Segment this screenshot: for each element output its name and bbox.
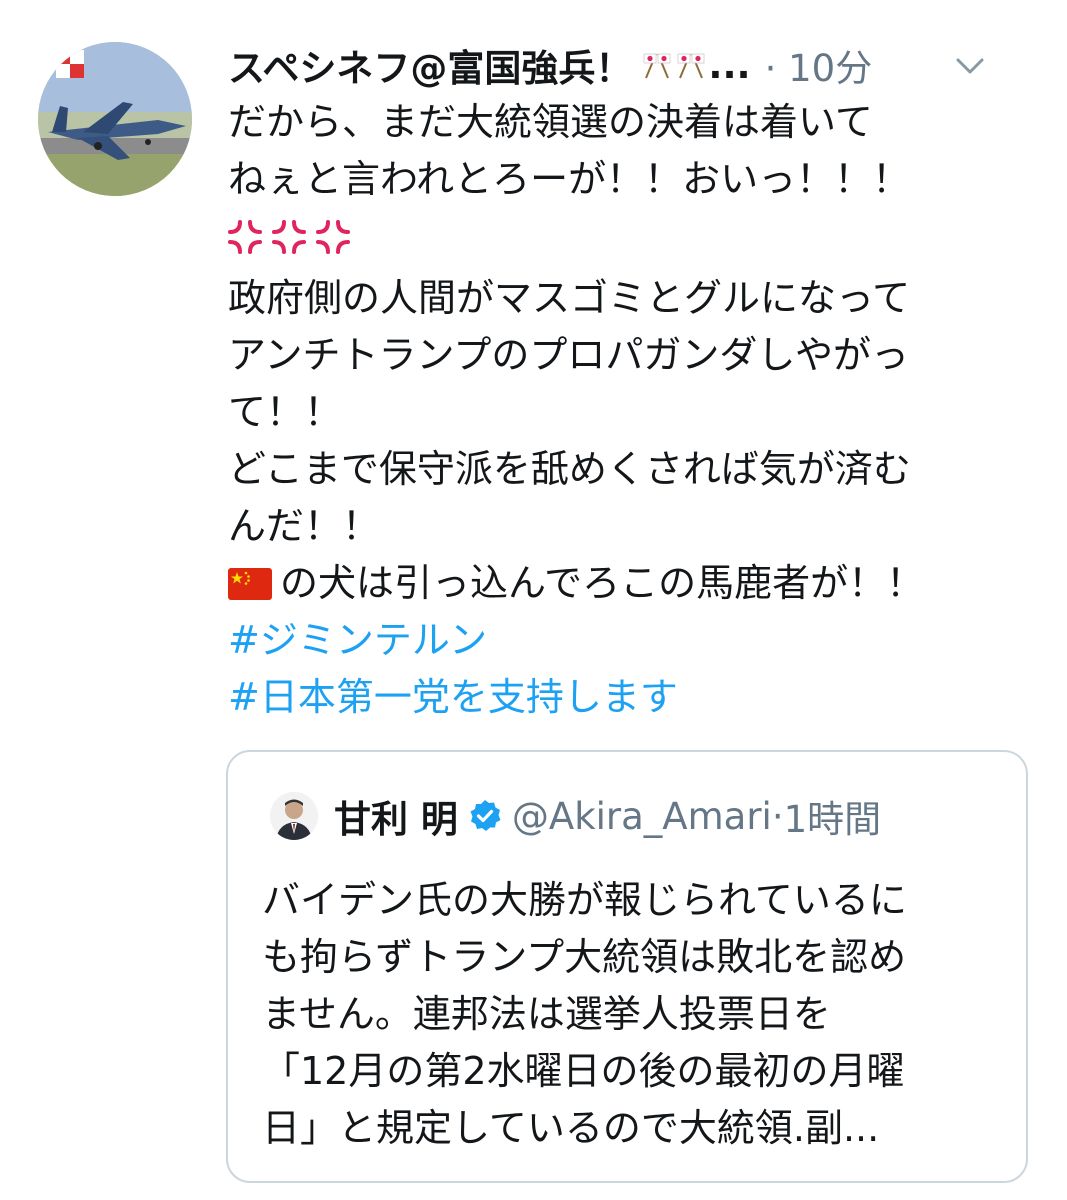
tweet-body: だから、まだ大統領選の決着は着いて ねぇと言われとろーが！！おいっ！！！ 政府側… bbox=[228, 94, 1028, 726]
crossed-flags-icon bbox=[642, 50, 706, 80]
tweet-line: んだ！！ bbox=[228, 503, 381, 548]
tweet-time[interactable]: · 10分 bbox=[765, 38, 873, 92]
tweet-line: の犬は引っ込んでろこの馬鹿者が！！ bbox=[280, 560, 925, 605]
tweet-line: だから、まだ大統領選の決着は着いて bbox=[228, 100, 873, 144]
anger-symbols bbox=[228, 208, 350, 265]
tweet-header: スペシネフ@富国強兵！ ... · 10分 bbox=[228, 38, 1028, 92]
anger-symbol-icon bbox=[228, 219, 262, 254]
chevron-down-icon[interactable] bbox=[950, 46, 990, 86]
quoted-display-name[interactable]: 甘利 明 bbox=[334, 789, 458, 843]
quoted-time-separator: · bbox=[771, 794, 784, 838]
quoted-line: 日」と規定しているので大統領.副... bbox=[262, 1106, 880, 1150]
hashtag-link[interactable]: #ジミンテルン bbox=[228, 612, 1028, 669]
verified-badge-icon bbox=[470, 800, 501, 831]
quoted-line: 「12月の第2水曜日の後の最初の月曜 bbox=[262, 1049, 905, 1093]
quoted-line: も拘らずトランプ大統領は敗北を認め bbox=[262, 935, 907, 979]
quoted-tweet-header: 甘利 明 @Akira_Amari · 1時間 bbox=[270, 788, 881, 844]
tweet-line: て！！ bbox=[228, 389, 343, 434]
tweet-line-flag: の犬は引っ込んでろこの馬鹿者が！！ bbox=[228, 555, 1028, 612]
hashtag-link[interactable]: #日本第一党を支持します bbox=[228, 669, 1028, 726]
quoted-line: ません。連邦法は選挙人投票日を bbox=[262, 992, 831, 1036]
time-separator: · bbox=[764, 47, 789, 90]
quoted-tweet-card[interactable]: 甘利 明 @Akira_Amari · 1時間 バイデン氏の大勝が報じられている… bbox=[226, 750, 1028, 1183]
display-name[interactable]: スペシネフ@富国強兵！ bbox=[228, 38, 632, 92]
tweet-line: ねぇと言われとろーが！！おいっ！！！ bbox=[228, 157, 911, 201]
anger-symbol-icon bbox=[316, 219, 350, 254]
quoted-tweet-body: バイデン氏の大勝が報じられているに も拘らずトランプ大統領は敗北を認め ません。… bbox=[262, 872, 1002, 1157]
fighter-jet-avatar-image bbox=[38, 42, 192, 196]
tweet-line: どこまで保守派を舐めくされば気が済む bbox=[228, 446, 911, 491]
tweet[interactable]: スペシネフ@富国強兵！ ... · 10分 だから、まだ大統領選の決着は着いて … bbox=[0, 0, 1067, 1200]
quoted-time[interactable]: 1時間 bbox=[784, 789, 882, 843]
quoted-user-avatar[interactable] bbox=[270, 792, 318, 840]
anger-symbol-icon bbox=[272, 219, 306, 254]
name-ellipsis: ... bbox=[708, 43, 751, 87]
time-value: 10分 bbox=[788, 47, 873, 90]
quoted-handle[interactable]: @Akira_Amari bbox=[512, 795, 772, 838]
quoted-line: バイデン氏の大勝が報じられているに bbox=[262, 878, 907, 922]
tweet-line: アンチトランプのプロパガンダしやがっ bbox=[228, 332, 909, 377]
china-flag-icon bbox=[228, 567, 272, 600]
user-avatar[interactable] bbox=[38, 42, 192, 196]
tweet-line: 政府側の人間がマスゴミとグルになって bbox=[228, 275, 911, 320]
